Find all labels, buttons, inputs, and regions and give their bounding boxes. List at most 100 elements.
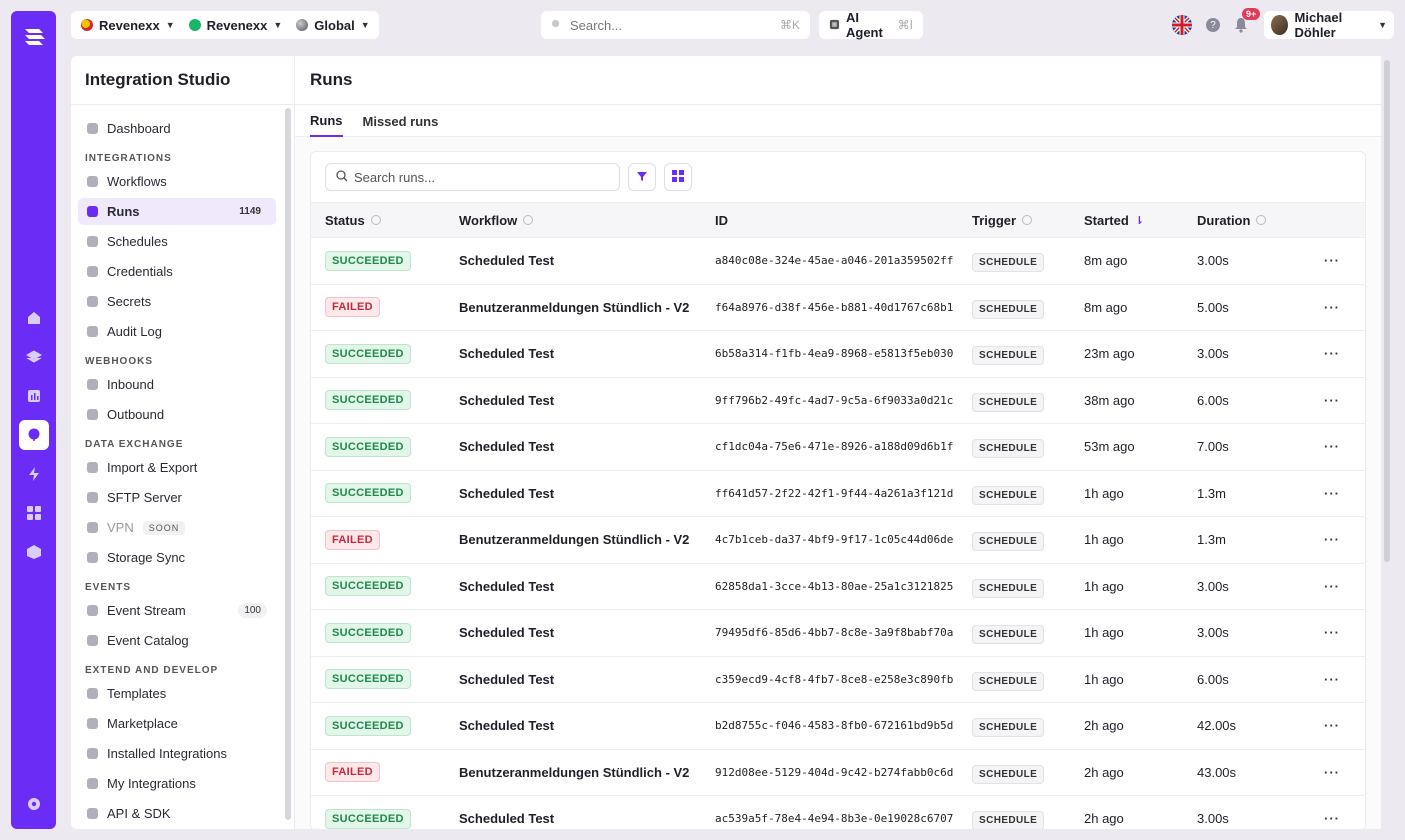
sidebar-item-my-integrations[interactable]: My Integrations [78, 770, 276, 797]
analytics-icon[interactable] [19, 381, 49, 411]
column-header-started[interactable]: Started ⇂ [1084, 213, 1197, 228]
table-row[interactable]: SUCCEEDED Scheduled Test 62858da1-3cce-4b1… [311, 564, 1365, 610]
more-actions-icon[interactable]: ··· [1312, 439, 1352, 454]
sidebar-item-import-and-export[interactable]: Import & Export [78, 454, 276, 481]
sidebar-section-data-exchange: DATA EXCHANGE [85, 439, 184, 450]
settings-gear-icon[interactable] [19, 789, 49, 819]
sidebar-item-installed-integrations[interactable]: Installed Integrations [78, 740, 276, 767]
sidebar-item-runs[interactable]: Runs 1149 [78, 198, 276, 225]
workflow-name[interactable]: Benutzeranmeldungen Stündlich - V2 [459, 765, 715, 780]
sidebar-item-storage-sync[interactable]: Storage Sync [78, 544, 276, 571]
sidebar-item-api-and-sdk[interactable]: API & SDK [78, 800, 276, 827]
more-actions-icon[interactable]: ··· [1312, 393, 1352, 408]
more-actions-icon[interactable]: ··· [1312, 579, 1352, 594]
top-right-controls: ? 9+ Michael Döhler ▼ [1172, 8, 1394, 40]
sidebar-item-event-stream[interactable]: Event Stream 100 [78, 597, 276, 624]
sidebar-item-templates[interactable]: Templates [78, 680, 276, 707]
table-row[interactable]: SUCCEEDED Scheduled Test cf1dc04a-75e6-471… [311, 424, 1365, 471]
sidebar-item-dashboard[interactable]: Dashboard [78, 115, 276, 142]
workflow-name[interactable]: Scheduled Test [459, 393, 715, 408]
user-menu[interactable]: Michael Döhler ▼ [1264, 10, 1394, 40]
table-row[interactable]: FAILED Benutzeranmeldungen Stündlich - V2… [311, 285, 1365, 331]
more-actions-icon[interactable]: ··· [1312, 625, 1352, 640]
table-row[interactable]: SUCCEEDED Scheduled Test ff641d57-2f22-42f… [311, 471, 1365, 517]
global-search[interactable]: Search... ⌘K [541, 11, 810, 39]
table-row[interactable]: SUCCEEDED Scheduled Test 79495df6-85d6-4bb… [311, 610, 1365, 657]
notifications-bell-icon[interactable]: 9+ [1234, 8, 1261, 33]
help-icon[interactable]: ? [1206, 18, 1220, 32]
sidebar-item-secrets[interactable]: Secrets [78, 288, 276, 315]
more-actions-icon[interactable]: ··· [1312, 811, 1352, 826]
sidebar-item-outbound[interactable]: Outbound [78, 401, 276, 428]
table-row[interactable]: FAILED Benutzeranmeldungen Stündlich - V2… [311, 750, 1365, 796]
workflow-name[interactable]: Scheduled Test [459, 672, 715, 687]
sidebar-item-sftp-server[interactable]: SFTP Server [78, 484, 276, 511]
more-actions-icon[interactable]: ··· [1312, 672, 1352, 687]
tab-missed-runs[interactable]: Missed runs [363, 105, 439, 137]
sidebar-item-audit-log[interactable]: Audit Log [78, 318, 276, 345]
filter-button[interactable] [628, 163, 656, 191]
more-actions-icon[interactable]: ··· [1312, 765, 1352, 780]
sidebar-item-marketplace[interactable]: Marketplace [78, 710, 276, 737]
column-header-workflow[interactable]: Workflow [459, 213, 715, 228]
lightning-icon[interactable] [19, 459, 49, 489]
table-row[interactable]: SUCCEEDED Scheduled Test a840c08e-324e-45a… [311, 238, 1365, 285]
sidebar-item-inbound[interactable]: Inbound [78, 371, 276, 398]
sidebar-item-event-catalog[interactable]: Event Catalog [78, 627, 276, 654]
table-row[interactable]: SUCCEEDED Scheduled Test 6b58a314-f1fb-4ea… [311, 331, 1365, 378]
cube-icon[interactable] [19, 537, 49, 567]
table-row[interactable]: SUCCEEDED Scheduled Test 9ff796b2-49fc-4ad… [311, 378, 1365, 424]
column-header-status[interactable]: Status [311, 213, 459, 228]
workflow-name[interactable]: Benutzeranmeldungen Stündlich - V2 [459, 532, 715, 547]
main-scrollbar[interactable] [1384, 60, 1390, 562]
column-header-id[interactable]: ID [715, 213, 972, 228]
sidebar-item-credentials[interactable]: Credentials [78, 258, 276, 285]
sidebar-item-schedules[interactable]: Schedules [78, 228, 276, 255]
workflow-name[interactable]: Scheduled Test [459, 486, 715, 501]
language-flag-uk-icon[interactable] [1172, 15, 1192, 35]
table-row[interactable]: FAILED Benutzeranmeldungen Stündlich - V2… [311, 517, 1365, 564]
workflow-name[interactable]: Scheduled Test [459, 579, 715, 594]
column-header-trigger[interactable]: Trigger [972, 213, 1084, 228]
view-options-button[interactable] [664, 163, 692, 191]
integration-studio-icon[interactable] [18, 420, 49, 450]
workflow-name[interactable]: Scheduled Test [459, 625, 715, 640]
sort-descending-icon[interactable]: ⇂ [1135, 214, 1144, 227]
app-logo-icon[interactable] [19, 23, 49, 53]
workflow-name[interactable]: Scheduled Test [459, 439, 715, 454]
more-actions-icon[interactable]: ··· [1312, 346, 1352, 361]
more-actions-icon[interactable]: ··· [1312, 486, 1352, 501]
sidebar-scrollbar[interactable] [285, 108, 291, 820]
runs-search-input[interactable]: Search runs... [325, 163, 620, 191]
ai-agent-button[interactable]: AI Agent ⌘I [819, 10, 923, 40]
org-select-1[interactable]: Revenexx ▼ [81, 18, 175, 33]
table-row[interactable]: SUCCEEDED Scheduled Test b2d8755c-f046-458… [311, 703, 1365, 750]
sidebar-item-label: Audit Log [107, 324, 162, 339]
credentials-icon [87, 266, 98, 277]
scope-label: Global [314, 17, 355, 33]
sidebar-section-integrations: INTEGRATIONS [85, 153, 172, 164]
global-search-placeholder: Search... [570, 17, 623, 33]
scope-select[interactable]: Global ▼ [296, 17, 370, 33]
more-actions-icon[interactable]: ··· [1312, 532, 1352, 547]
tab-runs[interactable]: Runs [310, 105, 343, 137]
sidebar-item-workflows[interactable]: Workflows [78, 168, 276, 195]
sidebar-section-extend-and-develop: EXTEND AND DEVELOP [85, 665, 219, 676]
workflow-name[interactable]: Scheduled Test [459, 346, 715, 361]
more-actions-icon[interactable]: ··· [1312, 718, 1352, 733]
column-header-duration[interactable]: Duration [1197, 213, 1312, 228]
workflow-name[interactable]: Benutzeranmeldungen Stündlich - V2 [459, 300, 715, 315]
home-icon[interactable] [19, 303, 49, 333]
table-row[interactable]: SUCCEEDED Scheduled Test c359ecd9-4cf8-4fb… [311, 657, 1365, 703]
more-actions-icon[interactable]: ··· [1312, 300, 1352, 315]
workflow-name[interactable]: Scheduled Test [459, 253, 715, 268]
table-row[interactable]: SUCCEEDED Scheduled Test ac539a5f-78e4-4e9… [311, 796, 1365, 829]
sidebar-item-vpn[interactable]: VPN SOON [78, 514, 276, 541]
org-switcher: Revenexx ▼ Revenexx ▼ Global ▼ [71, 11, 379, 39]
workflow-name[interactable]: Scheduled Test [459, 811, 715, 826]
org-select-2[interactable]: Revenexx ▼ [188, 18, 282, 33]
apps-grid-icon[interactable] [19, 498, 49, 528]
layers-icon[interactable] [19, 342, 49, 372]
more-actions-icon[interactable]: ··· [1312, 253, 1352, 268]
workflow-name[interactable]: Scheduled Test [459, 718, 715, 733]
